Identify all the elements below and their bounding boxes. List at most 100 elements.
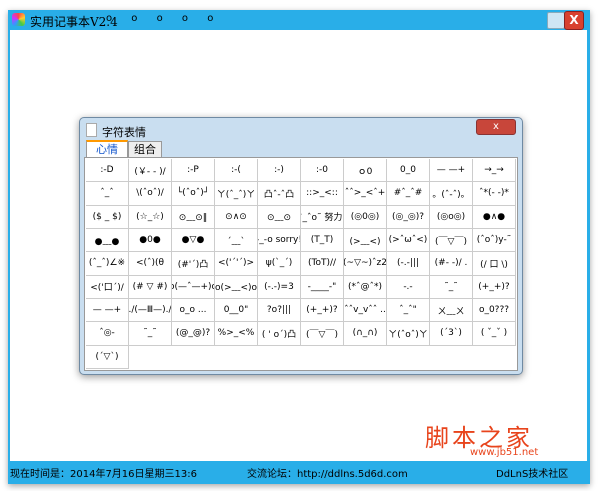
emoticon-cell[interactable]: ˆ*(- -)* [473,182,516,206]
status-bar: 现在时间是：2014年7月16日星期三13:6 交流论坛：http://ddln… [10,462,587,480]
app-icon [12,13,25,26]
emoticon-cell[interactable]: ˊ﹏ˋ [215,229,258,253]
emoticon-cell[interactable]: 凸ˆ-ˆ凸 [258,182,301,206]
emoticon-cell[interactable]: ($ _ $) [86,205,129,229]
tab-combo[interactable]: 组合 [128,141,162,158]
emoticon-cell[interactable]: ⊙﹏⊙‖ [172,205,215,229]
emoticon-cell[interactable]: ●▽● [172,229,215,253]
emoticon-cell[interactable]: (ˆ_ˆ)∠※ [86,252,129,276]
emoticon-cell[interactable]: ?o?||| [258,299,301,323]
tab-mood[interactable]: 心情 [86,140,128,158]
emoticon-cell[interactable]: (*ˆ@ˆ*) [344,275,387,299]
emoticon-cell[interactable]: (T_T) [301,229,344,253]
emoticon-cell[interactable]: ( ' oˊ)凸 [258,322,301,346]
emoticon-cell[interactable]: — —+ [430,159,473,183]
emoticon-panel: :-D (￥- - )/:-P:-(:-):-0 ｏ0 0_0— —+ →_→ ˆ_ˆ \(… [84,157,518,371]
dialog-close-button[interactable]: x [476,119,516,135]
community-label: DdLnS技术社区 [496,469,569,480]
emoticon-cell[interactable]: └(ˆoˆ)┘ [172,182,215,206]
emoticon-cell[interactable]: (#'ˊ)凸 [172,252,215,276]
emoticon-cell[interactable]: ˜_˜ [430,275,473,299]
emoticon-cell[interactable]: (◎0◎) [344,205,387,229]
emoticon-cell[interactable]: (◎o◎) [430,205,473,229]
window-title: 实用记事本V2.4 [30,15,118,29]
emoticon-cell[interactable]: o_o ... [172,299,215,323]
emoticon-cell[interactable]: ●﹏● [86,229,129,253]
emoticon-cell[interactable]: :-D [86,159,129,183]
emoticon-cell[interactable]: ㄚ(ˆoˆ)ㄚ [387,322,430,346]
emoticon-cell[interactable]: (∩_∩) [344,322,387,346]
emoticon-cell[interactable]: -_-o sorry! [258,229,301,253]
emoticon-dialog: 字符表情 x 心情 组合 :-D (￥- - )/:-P:-(:-):-0 ｏ0 0_… [79,117,523,375]
emoticon-cell[interactable]: o(—ˆ—+)o [172,275,215,299]
title-bar: 实用记事本V2.4 o o o o o X [8,10,590,30]
emoticon-cell[interactable]: (>ˆωˆ<) [387,229,430,253]
emoticon-cell[interactable]: (￣▽￣) [430,229,473,253]
emoticon-grid: :-D (￥- - )/:-P:-(:-):-0 ｏ0 0_0— —+ →_→ ˆ_ˆ \(… [86,159,516,369]
emoticon-cell[interactable]: ./(—Ⅲ—)./ [129,299,172,323]
emoticon-cell[interactable]: (ˊ3ˋ) [430,322,473,346]
close-button[interactable]: X [564,11,584,30]
emoticon-cell[interactable]: (◎_◎)? [387,205,430,229]
emoticon-cell[interactable]: :-) [258,159,301,183]
emoticon-cell[interactable]: ˆ◎- [86,322,129,346]
emoticon-cell[interactable]: (+_+)? [301,299,344,323]
emoticon-cell[interactable]: <(ˆ)(θ [129,252,172,276]
emoticon-cell[interactable]: (>﹏<) [344,229,387,253]
emoticon-cell[interactable]: (ˆoˆ)y-˜ [473,229,516,253]
emoticon-cell[interactable]: %>_<% [215,322,258,346]
emoticon-cell[interactable]: (￥- - )/ [129,159,172,183]
emoticon-cell[interactable]: (ToT)// [301,252,344,276]
emoticon-cell[interactable]: <('ˊ'ˊ)> [215,252,258,276]
emoticon-cell[interactable]: (/ 口 \) [473,252,516,276]
forum-link[interactable]: 交流论坛：http://ddlns.5d6d.com [247,465,408,480]
current-time: 现在时间是：2014年7月16日星期三13:6 [10,469,197,480]
emoticon-cell[interactable]: ｏ0 [344,159,387,183]
watermark-url: www.jb51.net [470,447,539,458]
emoticon-cell[interactable]: ⊙﹏⊙ [258,205,301,229]
emoticon-cell[interactable]: ●∧● [473,205,516,229]
emoticon-cell[interactable]: (# ▽ #) [129,275,172,299]
emoticon-cell[interactable]: (￣▽￣) [301,322,344,346]
emoticon-cell[interactable]: -____-" [301,275,344,299]
emoticon-cell[interactable]: ⊙∧⊙ [215,205,258,229]
emoticon-cell[interactable]: ˆ_ˆ [86,182,129,206]
emoticon-cell[interactable]: 0_0 [387,159,430,183]
dialog-title: 字符表情 [102,126,146,139]
emoticon-cell[interactable]: o_0??? [473,299,516,323]
emoticon-cell[interactable]: 。(ˆ-ˆ)。 [430,182,473,206]
emoticon-cell[interactable]: \(ˆoˆ)/ [129,182,172,206]
emoticon-cell[interactable]: — —+ [86,299,129,323]
minimize-button[interactable] [547,12,565,29]
emoticon-cell[interactable]: ( ˇ_ˇ ) [473,322,516,346]
emoticon-cell[interactable]: ㄚ(ˆ_ˆ)ㄚ [215,182,258,206]
emoticon-cell[interactable]: (-.-)=3 [258,275,301,299]
emoticon-cell[interactable]: :-0 [301,159,344,183]
emoticon-cell[interactable]: -.- [387,275,430,299]
emoticon-cell[interactable]: :-( [215,159,258,183]
emoticon-cell[interactable]: ●0● [129,229,172,253]
emoticon-cell[interactable]: (~▽~)ˆz2 [344,252,387,276]
emoticon-cell[interactable]: →_→ [473,159,516,183]
title-dots: o o o o o [106,13,222,24]
emoticon-cell[interactable]: ˆ_ˆo˜ 努力! [301,205,344,229]
emoticon-cell[interactable]: ˆˆv_vˆˆ .. [344,299,387,323]
emoticon-cell[interactable]: o(>﹏<)o [215,275,258,299]
emoticon-cell[interactable]: :-P [172,159,215,183]
emoticon-cell[interactable]: (#- -)/ . [430,252,473,276]
emoticon-cell[interactable]: ㄨ﹏ㄨ [430,299,473,323]
emoticon-cell[interactable]: #ˆ_ˆ# [387,182,430,206]
emoticon-cell[interactable]: ψ(ˋ_ˊ) [258,252,301,276]
emoticon-cell[interactable]: (ˊ▽ˋ) [86,345,129,369]
emoticon-cell[interactable]: <('口ˊ)/ [86,275,129,299]
emoticon-cell[interactable]: (-.-||| [387,252,430,276]
emoticon-cell[interactable]: ˜_˜ [129,322,172,346]
emoticon-cell[interactable]: ˆˆ>_<ˆ+ [344,182,387,206]
emoticon-cell[interactable]: (@_@)? [172,322,215,346]
document-icon [86,123,97,137]
emoticon-cell[interactable]: ::>_<:: [301,182,344,206]
emoticon-cell[interactable]: (☆_☆) [129,205,172,229]
emoticon-cell[interactable]: (+_+)? [473,275,516,299]
emoticon-cell[interactable]: 0__0" [215,299,258,323]
emoticon-cell[interactable]: ˆ_ˆ" [387,299,430,323]
